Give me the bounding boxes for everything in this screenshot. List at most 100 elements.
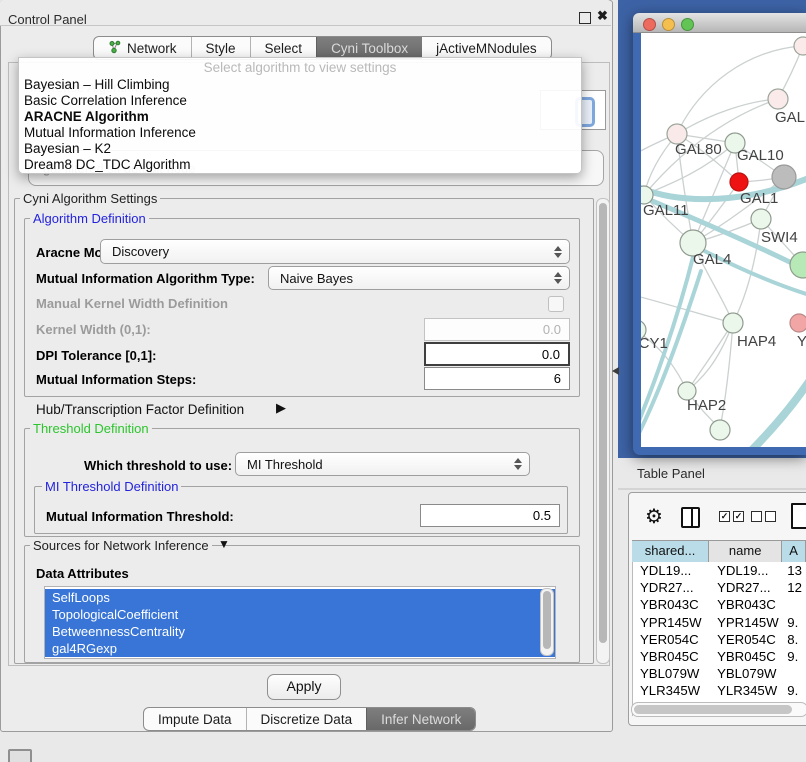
network-graph: GALGAL80GAL10GAL11GAL1GAL4SWI4HAP4YGCY1H… bbox=[641, 33, 806, 447]
network-node-gal[interactable] bbox=[768, 89, 788, 109]
network-node[interactable] bbox=[772, 165, 796, 189]
settings-scrollbar[interactable] bbox=[596, 198, 610, 664]
data-attribute-item[interactable]: BetweennessCentrality bbox=[45, 623, 555, 640]
attributes-scrollbar[interactable] bbox=[540, 588, 554, 656]
network-node-gal1[interactable] bbox=[751, 209, 771, 229]
dpi-tolerance-input[interactable]: 0.0 bbox=[424, 342, 570, 366]
table-hscrollbar[interactable] bbox=[631, 702, 806, 717]
network-view-window[interactable]: GALGAL80GAL10GAL11GAL1GAL4SWI4HAP4YGCY1H… bbox=[633, 13, 806, 455]
unchecked-checkbox-icon[interactable] bbox=[765, 511, 776, 522]
network-node[interactable] bbox=[710, 420, 730, 440]
table-row[interactable]: YPR145WYPR145W9. bbox=[633, 614, 806, 631]
which-threshold-value: MI Threshold bbox=[247, 457, 323, 472]
table-cell: YLR345W bbox=[710, 682, 783, 699]
data-attributes-list[interactable]: SelfLoopsTopologicalCoefficientBetweenne… bbox=[44, 586, 556, 659]
table-cell: 13 bbox=[783, 562, 806, 579]
network-window-titlebar[interactable] bbox=[633, 13, 806, 33]
tab-infer-network[interactable]: Infer Network bbox=[366, 708, 475, 730]
tab-cyni-toolbox[interactable]: Cyni Toolbox bbox=[316, 37, 422, 59]
minimize-traffic-light[interactable] bbox=[662, 18, 675, 31]
table-cell: YLR345W bbox=[633, 682, 710, 699]
document-icon[interactable] bbox=[791, 503, 806, 529]
algorithm-option[interactable]: Bayesian – Hill Climbing bbox=[19, 77, 581, 93]
algorithm-option[interactable]: Mutual Information Inference bbox=[19, 125, 581, 141]
mi-threshold-title: MI Threshold Definition bbox=[42, 479, 181, 494]
collapsed-arrow-icon[interactable]: ▶ bbox=[276, 400, 286, 416]
mit-label: Mutual Information Threshold: bbox=[46, 509, 234, 524]
algorithm-option[interactable]: Dream8 DC_TDC Algorithm bbox=[19, 157, 581, 173]
network-node-hap4[interactable] bbox=[723, 313, 743, 333]
columns-icon[interactable] bbox=[681, 507, 700, 528]
network-node-y[interactable] bbox=[790, 314, 806, 332]
network-node[interactable] bbox=[794, 37, 806, 55]
tab-label: jActiveMNodules bbox=[436, 41, 537, 56]
table-cell: YPR145W bbox=[710, 614, 783, 631]
data-attribute-item[interactable]: gal4RGexp bbox=[45, 640, 555, 657]
manual-kernel-checkbox[interactable] bbox=[548, 296, 564, 312]
table-row[interactable]: YDR27...YDR27...12 bbox=[633, 579, 806, 596]
table-hscrollbar-thumb[interactable] bbox=[634, 705, 792, 714]
aracne-mode-combo[interactable]: Discovery bbox=[100, 239, 570, 264]
tab-impute-data[interactable]: Impute Data bbox=[144, 708, 246, 730]
network-edge-thick[interactable] bbox=[747, 371, 806, 447]
tab-style[interactable]: Style bbox=[191, 37, 250, 59]
network-edge[interactable] bbox=[687, 323, 733, 391]
zoom-traffic-light[interactable] bbox=[681, 18, 694, 31]
minimized-panel-icon[interactable] bbox=[8, 749, 32, 762]
table-row[interactable]: YBL079WYBL079W bbox=[633, 665, 806, 682]
table-row[interactable]: YBR045CYBR045C9. bbox=[633, 648, 806, 665]
expanded-arrow-icon[interactable]: ▼ bbox=[218, 537, 230, 551]
which-threshold-combo[interactable]: MI Threshold bbox=[235, 452, 530, 476]
table-cell: 8. bbox=[783, 631, 806, 648]
mi-steps-input[interactable]: 6 bbox=[424, 367, 570, 390]
table-row[interactable]: YLR345WYLR345W9. bbox=[633, 682, 806, 699]
mi-type-combo[interactable]: Naive Bayes bbox=[268, 266, 570, 290]
tab-select[interactable]: Select bbox=[250, 37, 317, 59]
algorithm-option[interactable]: ARACNE Algorithm bbox=[19, 109, 581, 125]
apply-button[interactable]: Apply bbox=[267, 674, 341, 700]
tab-label: Network bbox=[127, 41, 177, 56]
close-icon[interactable]: ✖ bbox=[597, 8, 608, 24]
network-canvas[interactable]: GALGAL80GAL10GAL11GAL1GAL4SWI4HAP4YGCY1H… bbox=[641, 33, 806, 447]
column-header[interactable]: A bbox=[782, 541, 806, 562]
which-threshold-label: Which threshold to use: bbox=[84, 458, 232, 473]
mit-input[interactable]: 0.5 bbox=[420, 504, 560, 527]
data-attribute-item[interactable]: TopologicalCoefficient bbox=[45, 606, 555, 623]
network-node[interactable] bbox=[730, 173, 748, 191]
table-header-row: shared...nameA bbox=[632, 540, 806, 563]
table-row[interactable]: YDL19...YDL19...13 bbox=[633, 562, 806, 579]
tab-network[interactable]: Network bbox=[94, 37, 191, 59]
tab-label: Select bbox=[265, 41, 303, 56]
attributes-scrollbar-thumb[interactable] bbox=[543, 591, 551, 649]
network-edge-thick[interactable] bbox=[641, 271, 701, 445]
column-header[interactable]: shared... bbox=[632, 541, 709, 562]
table-rows: YDL19...YDL19...13YDR27...YDR27...12YBR0… bbox=[632, 562, 806, 716]
table-row[interactable]: YER054CYER054C8. bbox=[633, 631, 806, 648]
unchecked-checkbox-icon[interactable] bbox=[751, 511, 762, 522]
gear-icon[interactable]: ⚙ bbox=[645, 504, 663, 529]
kernel-width-input[interactable]: 0.0 bbox=[424, 318, 570, 341]
network-node-label: GAL1 bbox=[740, 190, 778, 207]
network-node-swi4[interactable] bbox=[790, 252, 806, 278]
network-node-label: GAL bbox=[775, 109, 805, 126]
float-window-icon[interactable] bbox=[579, 12, 591, 24]
algorithm-option[interactable]: Basic Correlation Inference bbox=[19, 93, 581, 109]
column-header[interactable]: name bbox=[709, 541, 782, 562]
data-attribute-item[interactable]: SelfLoops bbox=[45, 589, 555, 606]
settings-scrollbar-thumb[interactable] bbox=[599, 203, 607, 643]
network-node-label: HAP4 bbox=[737, 333, 776, 350]
mi-type-label: Mutual Information Algorithm Type: bbox=[36, 271, 255, 286]
close-traffic-light[interactable] bbox=[643, 18, 656, 31]
checked-checkbox-icon[interactable]: ✓ bbox=[733, 511, 744, 522]
tab-discretize-data[interactable]: Discretize Data bbox=[246, 708, 367, 730]
mouse-cursor bbox=[612, 367, 619, 375]
hub-definition-label[interactable]: Hub/Transcription Factor Definition bbox=[36, 402, 244, 417]
table-cell: YBR045C bbox=[710, 648, 783, 665]
algorithm-option[interactable]: Bayesian – K2 bbox=[19, 141, 581, 157]
table-row[interactable]: YBR043CYBR043C bbox=[633, 596, 806, 613]
sources-title: Sources for Network Inference bbox=[30, 538, 212, 553]
kernel-width-label: Kernel Width (0,1): bbox=[36, 322, 151, 337]
tab-jactivemnodules[interactable]: jActiveMNodules bbox=[422, 37, 551, 59]
checked-checkbox-icon[interactable]: ✓ bbox=[719, 511, 730, 522]
control-panel-titlebar[interactable] bbox=[0, 0, 611, 26]
